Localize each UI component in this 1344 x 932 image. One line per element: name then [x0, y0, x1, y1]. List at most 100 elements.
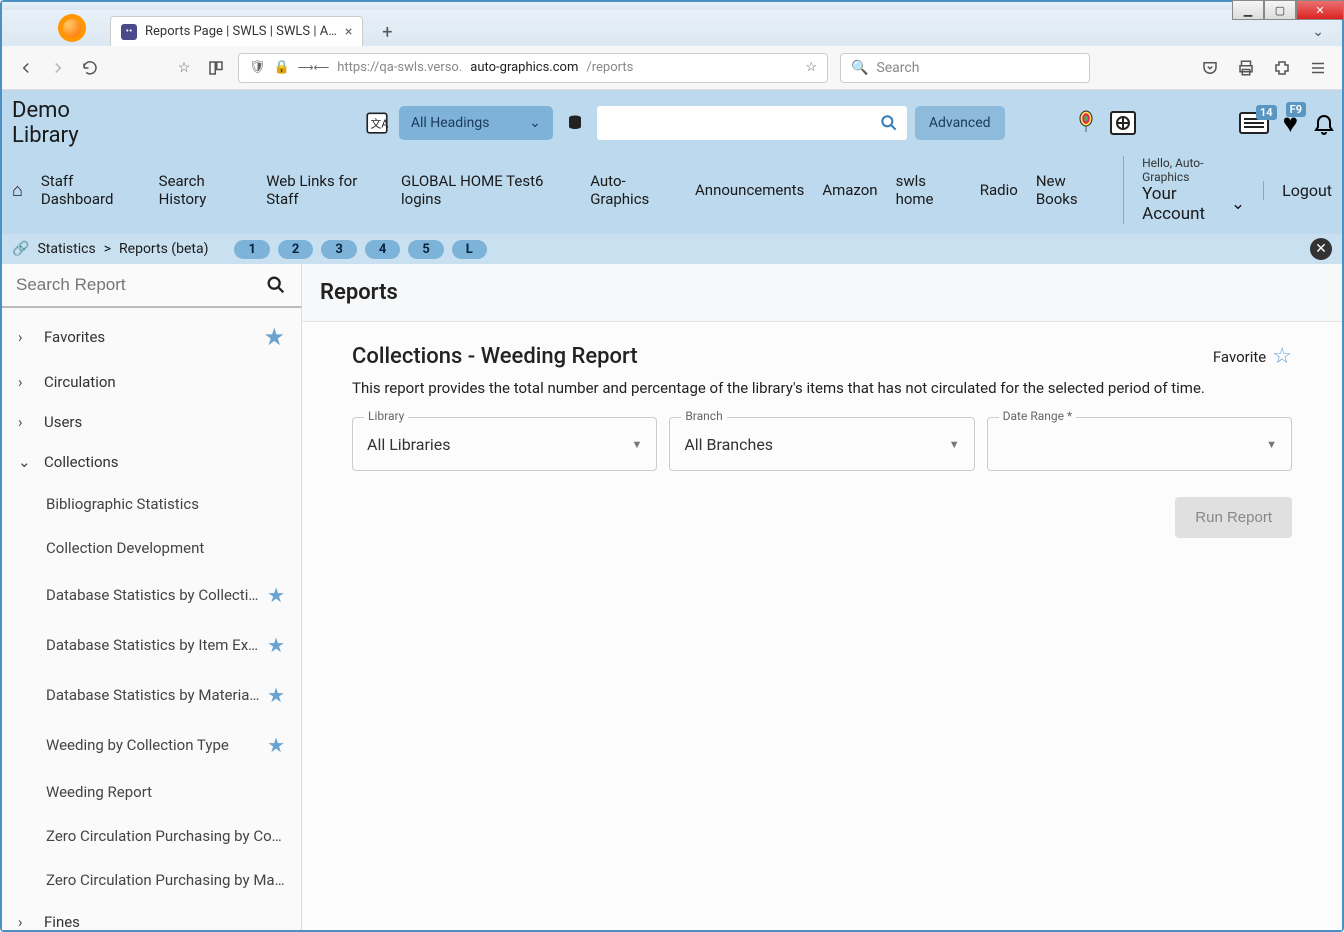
pager-pill[interactable]: 1	[234, 240, 269, 259]
advanced-label: Advanced	[929, 115, 991, 131]
menu-icon[interactable]	[1308, 58, 1328, 78]
library-name: Demo Library	[8, 98, 101, 148]
balloon-icon[interactable]	[1077, 110, 1095, 136]
forward-button[interactable]	[48, 58, 68, 78]
dropdown-caret-icon: ▼	[631, 438, 642, 451]
date-range-filter[interactable]: Date Range * ▼	[987, 417, 1292, 471]
menu-item[interactable]: Radio	[980, 181, 1018, 199]
page-title: Reports	[320, 280, 1324, 305]
menu-item[interactable]: Amazon	[822, 181, 877, 199]
crumb-sep: >	[104, 241, 111, 257]
sidebar-item-collections[interactable]: ⌄ Collections	[2, 442, 301, 482]
bookmark-icon[interactable]: ☆	[174, 58, 194, 78]
sidebar-subitem[interactable]: Zero Circulation Purchasing by Collect…	[2, 814, 301, 858]
content-area: Reports Collections - Weeding Report Fav…	[302, 264, 1342, 930]
menu-item[interactable]: GLOBAL HOME Test6 logins	[401, 172, 572, 208]
sidebar-subitem[interactable]: Weeding Report	[2, 770, 301, 814]
pager-pill[interactable]: 4	[365, 240, 400, 259]
sidebar-subitem[interactable]: Database Statistics by Material Ty…★	[2, 670, 301, 720]
menu-item[interactable]: swls home	[896, 172, 962, 208]
sidebar-item-fines[interactable]: › Fines	[2, 902, 301, 930]
content-header: Reports	[302, 264, 1342, 322]
menu-item[interactable]: New Books	[1036, 172, 1105, 208]
sidebar-subitem-label: Weeding Report	[46, 783, 285, 801]
menu-item[interactable]: Announcements	[695, 181, 804, 199]
logout-link[interactable]: Logout	[1263, 181, 1332, 200]
report-title: Collections - Weeding Report	[352, 344, 638, 369]
extensions-icon[interactable]	[1272, 58, 1292, 78]
chevron-down-icon: ⌄	[529, 115, 541, 131]
filter-label: Branch	[681, 409, 726, 423]
search-icon[interactable]	[265, 274, 287, 296]
star-icon[interactable]: ☆	[805, 60, 817, 75]
run-report-button[interactable]: Run Report	[1175, 497, 1292, 538]
branch-filter[interactable]: Branch All Branches ▼	[669, 417, 974, 471]
search-icon: 🔍	[851, 60, 868, 76]
lists-icon[interactable]: 14	[1239, 111, 1269, 135]
chevron-down-icon: ⌄	[18, 453, 32, 471]
menu-item[interactable]: Search History	[159, 172, 249, 208]
report-description: This report provides the total number an…	[352, 379, 1292, 397]
close-icon[interactable]: ✕	[1310, 238, 1332, 260]
browser-search-box[interactable]: 🔍 Search	[840, 53, 1090, 83]
crumb-statistics[interactable]: Statistics	[37, 241, 95, 257]
heart-badge: F9	[1286, 102, 1306, 117]
print-icon[interactable]	[1236, 58, 1256, 78]
sidebar-subitem[interactable]: Zero Circulation Purchasing by Materi…	[2, 858, 301, 902]
window-minimize-button[interactable]: ▁	[1232, 0, 1264, 20]
pager-pill[interactable]: 3	[321, 240, 356, 259]
menu-item[interactable]: Staff Dashboard	[41, 172, 141, 208]
window-titlebar: ▁ ▢ ✕	[2, 2, 1342, 10]
window-maximize-button[interactable]: ▢	[1264, 0, 1296, 20]
sidebar-subitem-label: Zero Circulation Purchasing by Materi…	[46, 871, 285, 889]
window-close-button[interactable]: ✕	[1296, 0, 1344, 20]
pocket-icon[interactable]	[1200, 58, 1220, 78]
browser-toolbar: ☆ 🛡 🔒 ⟶⟵ https://qa-swls.verso.auto-grap…	[2, 46, 1342, 90]
new-tab-button[interactable]: +	[373, 18, 401, 46]
greeting: Hello, Auto-Graphics	[1142, 156, 1245, 184]
database-icon[interactable]	[561, 109, 589, 137]
crumb-reports[interactable]: Reports (beta)	[119, 241, 208, 257]
url-proto: https://qa-swls.verso.	[337, 60, 462, 75]
library-filter[interactable]: Library All Libraries ▼	[352, 417, 657, 471]
favorite-label: Favorite	[1213, 348, 1266, 366]
sidebar-item-users[interactable]: › Users	[2, 402, 301, 442]
menu-item[interactable]: Auto-Graphics	[590, 172, 677, 208]
star-icon: ★	[267, 733, 285, 757]
catalog-search-input[interactable]	[597, 106, 907, 140]
sidebar-subitem[interactable]: Bibliographic Statistics	[2, 482, 301, 526]
permissions-icon: ⟶⟵	[298, 61, 330, 74]
back-button[interactable]	[16, 58, 36, 78]
containers-icon[interactable]	[206, 58, 226, 78]
pager-pill[interactable]: L	[452, 240, 487, 259]
sidebar-search-input[interactable]	[16, 275, 255, 295]
home-icon[interactable]: ⌂	[12, 180, 23, 201]
scan-icon[interactable]	[1109, 110, 1137, 136]
favorite-toggle[interactable]: Favorite ☆	[1213, 344, 1292, 369]
menu-item[interactable]: Web Links for Staff	[266, 172, 383, 208]
sidebar-subitem[interactable]: Database Statistics by Collection …★	[2, 570, 301, 620]
advanced-search-button[interactable]: Advanced	[915, 106, 1005, 140]
tabs-overflow-icon[interactable]: ⌄	[1312, 24, 1324, 40]
favorites-heart-icon[interactable]: ♥ F9	[1283, 108, 1298, 139]
sidebar-item-favorites[interactable]: › Favorites ★	[2, 312, 301, 362]
chevron-right-icon: ›	[18, 373, 32, 391]
language-icon[interactable]: 文A	[363, 109, 391, 137]
browser-tab[interactable]: •• Reports Page | SWLS | SWLS | A… ×	[110, 16, 363, 46]
account-dropdown[interactable]: Your Account⌄	[1142, 184, 1245, 224]
tab-close-icon[interactable]: ×	[345, 24, 352, 40]
headings-dropdown[interactable]: All Headings ⌄	[399, 106, 553, 140]
search-icon	[879, 113, 899, 133]
notifications-icon[interactable]	[1312, 110, 1336, 136]
url-bar[interactable]: 🛡 🔒 ⟶⟵ https://qa-swls.verso.auto-graphi…	[238, 53, 828, 83]
sidebar-subitem[interactable]: Database Statistics by Item Except…★	[2, 620, 301, 670]
reload-button[interactable]	[80, 58, 100, 78]
breadcrumb-row: 🔗 Statistics > Reports (beta) 1 2 3 4 5 …	[2, 234, 1342, 264]
sidebar-subitem[interactable]: Weeding by Collection Type★	[2, 720, 301, 770]
shield-icon: 🛡	[249, 60, 266, 75]
pager-pill[interactable]: 5	[408, 240, 443, 259]
dropdown-caret-icon: ▼	[949, 438, 960, 451]
pager-pill[interactable]: 2	[278, 240, 313, 259]
sidebar-subitem[interactable]: Collection Development	[2, 526, 301, 570]
sidebar-item-circulation[interactable]: › Circulation	[2, 362, 301, 402]
